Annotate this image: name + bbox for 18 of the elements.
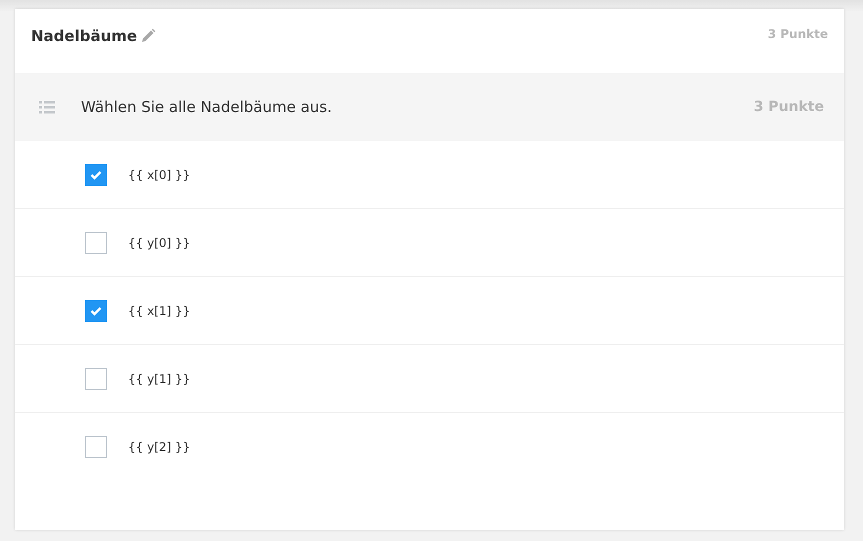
list-icon [39,100,55,114]
card-points: 3 Punkte [768,27,828,41]
option-label: {{ x[0] }} [128,168,190,182]
question-points: 3 Punkte [754,99,824,115]
checkbox[interactable] [85,436,107,458]
checkbox[interactable] [85,368,107,390]
pencil-icon[interactable] [140,28,156,44]
checkbox[interactable] [85,232,107,254]
option-label: {{ y[2] }} [128,440,190,454]
card-title: Nadelbäume [31,27,138,45]
option-label: {{ y[0] }} [128,236,190,250]
check-icon [90,170,102,180]
checkbox[interactable] [85,300,107,322]
checkbox[interactable] [85,164,107,186]
question-text: Wählen Sie alle Nadelbäume aus. [81,98,333,116]
check-icon [90,306,102,316]
option-label: {{ y[1] }} [128,372,190,386]
option-label: {{ x[1] }} [128,304,190,318]
